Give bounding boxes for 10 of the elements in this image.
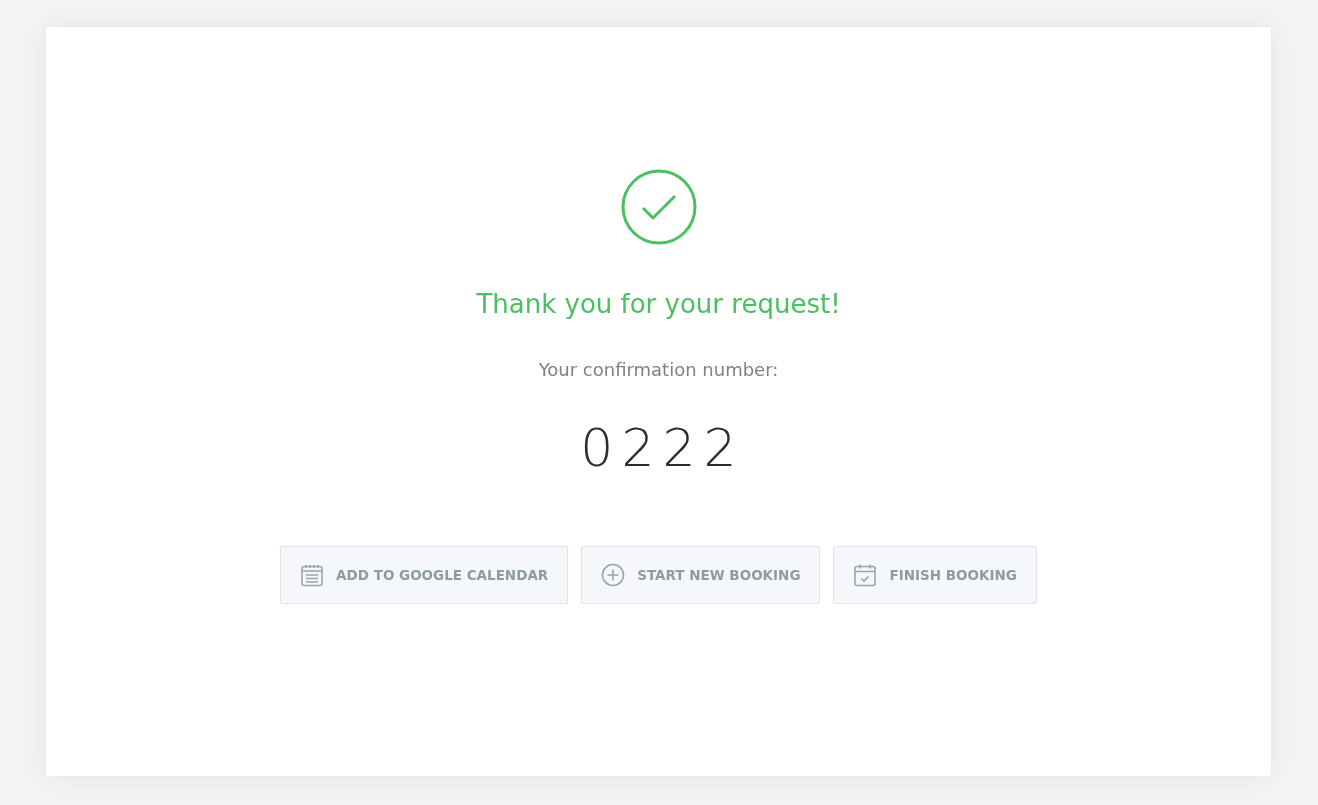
plus-button[interactable]: START NEW BOOKING	[581, 546, 821, 604]
calendar-icon	[300, 563, 325, 587]
calendar-button[interactable]: ADD TO GOOGLE CALENDAR	[280, 546, 569, 604]
thank-you-heading: Thank you for your request!	[476, 289, 841, 319]
check-circle-icon	[620, 169, 697, 245]
confirmation-number: 0222	[580, 418, 745, 478]
calendar-check-icon	[853, 563, 878, 587]
calendar-check-button[interactable]: FINISH BOOKING	[833, 546, 1037, 604]
plus-circle-icon	[601, 563, 626, 587]
confirmation-label: Your confirmation number:	[538, 359, 779, 380]
